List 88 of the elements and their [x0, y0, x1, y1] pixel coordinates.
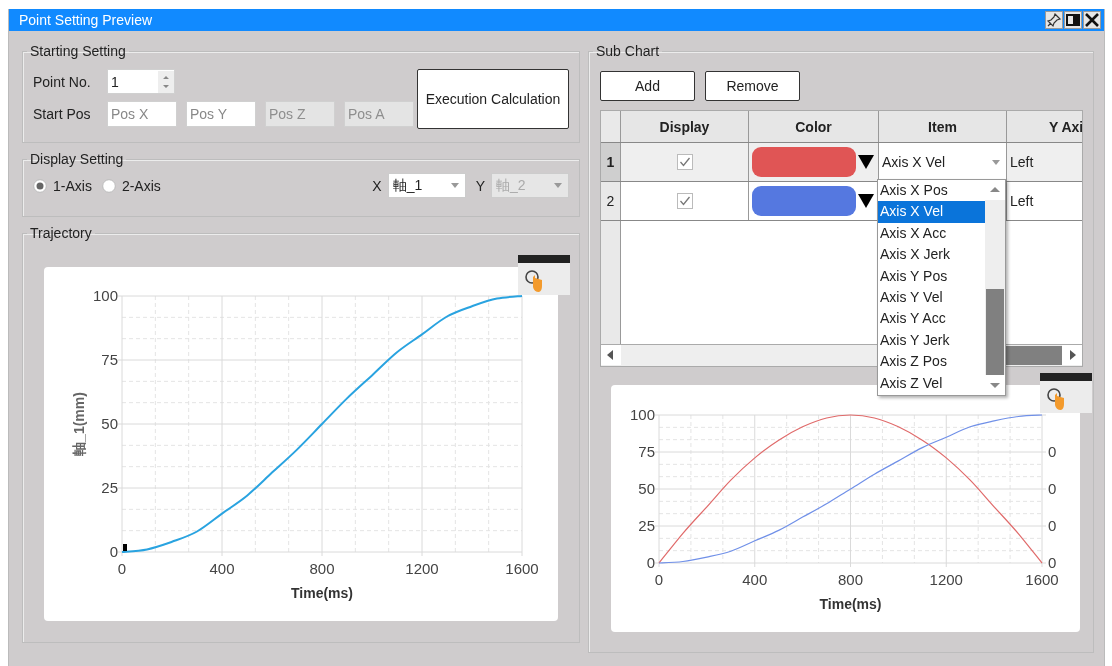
x-tick-label: 0: [654, 571, 664, 588]
y-axis-value: Left: [1010, 154, 1034, 170]
column-header: Item: [879, 111, 1007, 142]
scroll-left-icon[interactable]: [601, 345, 621, 365]
y-tick-label: 50: [101, 415, 118, 432]
x-tick-label: 400: [742, 571, 768, 588]
right-axis-label: 0: [1048, 554, 1057, 571]
scroll-up-icon[interactable]: [985, 180, 1005, 200]
group-title: Trajectory: [29, 225, 93, 241]
right-axis-label: 0: [1048, 517, 1057, 534]
dropdown-option[interactable]: Axis Y Vel: [878, 286, 985, 309]
caret-icon: [450, 183, 459, 188]
caret-icon[interactable]: [858, 194, 874, 208]
x-axis-title: Time(ms): [819, 596, 882, 612]
scrollbar-thumb[interactable]: [986, 289, 1004, 375]
axis-mode-radio[interactable]: 1-Axis: [33, 177, 92, 194]
field-label: Point No.: [33, 73, 92, 90]
y-tick-label: 100: [92, 287, 118, 304]
dropdown-option[interactable]: Axis X Pos: [878, 180, 985, 202]
x-tick-label: 800: [838, 571, 863, 588]
axis-label: X: [372, 177, 382, 194]
x-axis-title: Time(ms): [291, 585, 353, 601]
scroll-down-icon[interactable]: [985, 375, 1005, 395]
pointer-tool-icon[interactable]: [1040, 373, 1092, 415]
y-tick-label: 25: [101, 479, 118, 496]
x-tick-label: 1600: [1025, 571, 1059, 588]
color-swatch[interactable]: [752, 147, 856, 177]
dropdown-option[interactable]: Axis X Vel: [878, 201, 985, 223]
field-label: Start Pos: [33, 106, 92, 122]
color-swatch[interactable]: [752, 186, 856, 216]
y-tick-label: 0: [109, 543, 118, 560]
dropdown-option[interactable]: Axis Z Pos: [878, 351, 985, 373]
y-tick-label: 0: [646, 554, 655, 571]
y-tick-label: 100: [629, 406, 655, 423]
x-tick-label: 1200: [405, 560, 439, 577]
radio-icon[interactable]: [101, 178, 116, 193]
dropdown-option[interactable]: Axis Y Jerk: [878, 329, 985, 352]
caret-icon: [554, 183, 562, 188]
right-axis-label: 0: [1048, 443, 1057, 460]
column-header: Y Axi: [1048, 117, 1082, 137]
sub-chart-button[interactable]: Add: [600, 71, 695, 101]
restore-icon[interactable]: [1064, 11, 1082, 29]
caret-icon: [992, 159, 1000, 165]
vertical-scrollbar[interactable]: [985, 180, 1005, 395]
x-tick-label: 800: [309, 560, 335, 577]
dropdown-option[interactable]: Axis X Acc: [878, 222, 985, 245]
dropdown-option[interactable]: Axis Y Acc: [878, 308, 985, 330]
dropdown-option[interactable]: Axis X Jerk: [878, 244, 985, 266]
caret-icon[interactable]: [858, 155, 874, 169]
scroll-right-icon[interactable]: [1062, 345, 1082, 365]
row-number: 2: [601, 182, 621, 220]
y-axis-title: 軸_1(mm): [71, 392, 87, 456]
y-tick-label: 75: [101, 351, 118, 368]
axis-label: Y: [475, 177, 485, 194]
column-header: Color: [749, 111, 879, 142]
pointer-tool-icon[interactable]: [518, 255, 570, 297]
point-number-spinner[interactable]: 1: [107, 69, 175, 94]
pin-icon[interactable]: [1045, 11, 1063, 29]
display-checkbox[interactable]: [676, 154, 693, 170]
group-title: Display Setting: [29, 151, 125, 167]
y-tick-label: 25: [638, 517, 655, 534]
table-row[interactable]: 1 Axis X Vel Left: [601, 143, 1082, 182]
position-field[interactable]: Pos Y: [186, 101, 256, 127]
window-title: Point Setting Preview: [19, 12, 153, 28]
right-axis-label: 0: [1048, 480, 1057, 497]
axis-dropdown[interactable]: 軸_1: [387, 173, 466, 198]
radio-icon[interactable]: [33, 178, 47, 193]
execution-calculation-button[interactable]: Execution Calculation: [417, 69, 569, 129]
cursor-marker: [123, 544, 127, 551]
row-number: 1: [601, 143, 621, 181]
close-icon[interactable]: [1083, 11, 1101, 29]
group-title: Sub Chart: [595, 43, 661, 59]
display-checkbox[interactable]: [676, 193, 693, 209]
axis-mode-radio[interactable]: 2-Axis: [101, 177, 161, 194]
column-header: Display: [621, 111, 749, 142]
x-tick-label: 1200: [929, 571, 963, 588]
y-axis-value: Left: [1010, 193, 1034, 209]
sub-chart-button[interactable]: Remove: [705, 71, 800, 101]
spinner-arrows-icon[interactable]: [158, 70, 174, 93]
x-tick-label: 400: [209, 560, 235, 577]
group-title: Starting Setting: [29, 43, 127, 59]
x-tick-label: 1600: [505, 560, 539, 577]
dropdown-option[interactable]: Axis Y Pos: [878, 265, 985, 287]
y-tick-label: 50: [638, 480, 655, 497]
dropdown-option[interactable]: Axis Z Vel: [878, 372, 985, 394]
y-tick-label: 75: [638, 443, 655, 460]
position-field[interactable]: Pos X: [107, 101, 177, 127]
x-tick-label: 0: [117, 560, 127, 577]
